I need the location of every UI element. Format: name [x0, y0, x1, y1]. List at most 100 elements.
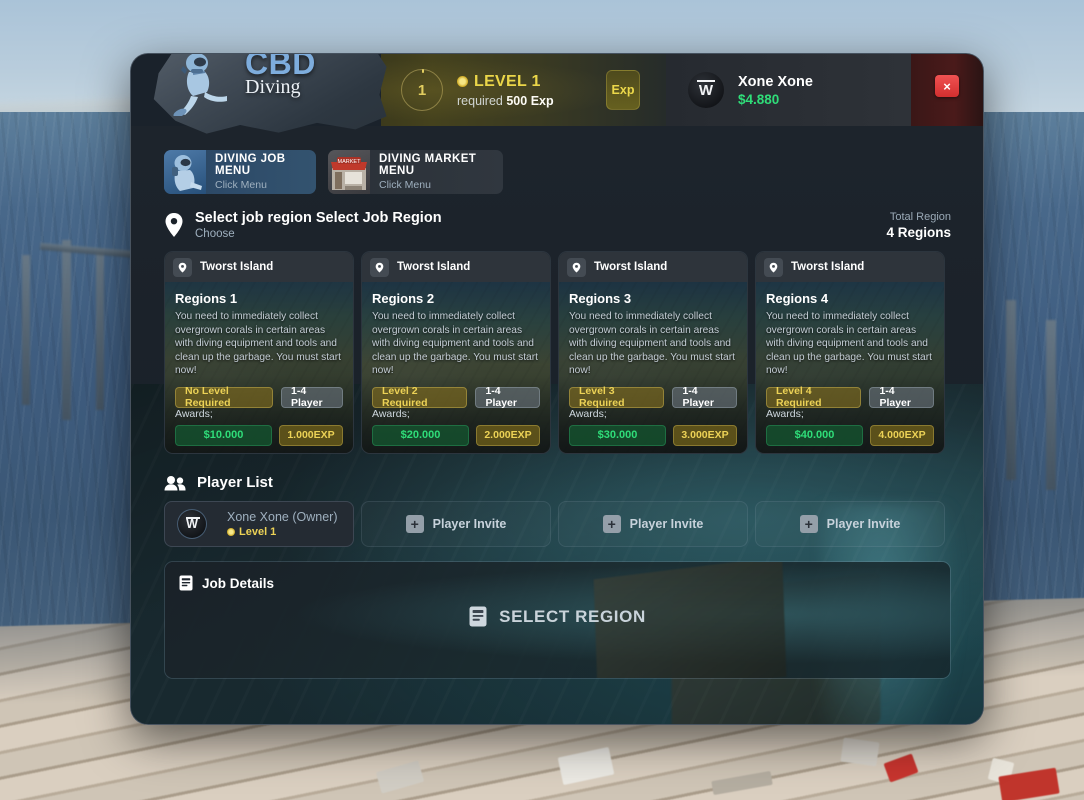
region-card-header: Tworst Island: [362, 252, 550, 282]
close-button[interactable]: ×: [935, 75, 959, 97]
player-owner-name-text: Xone Xone: [227, 510, 289, 524]
avatar-initial: W: [698, 81, 714, 99]
region-description: You need to immediately collect overgrow…: [175, 311, 341, 377]
avatar: W: [688, 72, 724, 108]
pier-post: [1006, 300, 1016, 480]
level-star-icon: [227, 528, 235, 536]
region-card[interactable]: Tworst Island Regions 4 You need to imme…: [755, 251, 945, 454]
select-region-text: Select job region Select Job Region Choo…: [195, 210, 442, 240]
select-region-subtitle: Choose: [195, 228, 235, 240]
player-invite-slot[interactable]: + Player Invite: [558, 501, 748, 547]
player-owner-level-text: Level 1: [239, 526, 277, 538]
region-awards-row: $20.000 2.000EXP: [372, 424, 540, 446]
pier-post: [1046, 320, 1056, 490]
total-region-value: 4 Regions: [886, 225, 951, 240]
player-invite-label: Player Invite: [432, 517, 507, 531]
logo-text: CBD Diving: [245, 54, 316, 97]
close-bar: ×: [911, 54, 983, 126]
player-owner-level: Level 1: [227, 526, 338, 538]
pier-post: [96, 250, 104, 410]
level-label-row: LEVEL 1: [457, 73, 554, 91]
region-player-tag: 1-4 Player: [672, 385, 737, 409]
player-owner-name: Xone Xone (Owner): [227, 510, 338, 524]
diving-market-menu-button[interactable]: MARKET DIVING MARKET MENU Click Menu: [328, 150, 503, 194]
player-invite-slot[interactable]: + Player Invite: [361, 501, 551, 547]
region-awards-row: $40.000 4.000EXP: [766, 424, 934, 446]
diving-market-menu-title: DIVING MARKET MENU: [379, 153, 477, 177]
region-awards: Awards; $40.000 4.000EXP: [766, 408, 934, 446]
region-player-tag: 1-4 Player: [281, 385, 343, 409]
level-required-value: 500 Exp: [506, 93, 554, 108]
select-region-left: Select job region Select Job Region Choo…: [164, 210, 442, 240]
player-owner-role: (Owner): [292, 510, 338, 524]
level-label: LEVEL 1: [474, 72, 541, 90]
level-ring-value: 1: [417, 81, 427, 99]
region-awards: Awards; $20.000 2.000EXP: [372, 408, 540, 446]
region-tags: Level 4 Required 1-4 Player: [766, 385, 934, 409]
region-island-name: Tworst Island: [791, 261, 865, 273]
diving-job-menu-labels: DIVING JOB MENU Click Menu: [206, 153, 316, 191]
region-award-money: $10.000: [175, 424, 272, 446]
level-required-row: required 500 Exp: [457, 94, 554, 108]
region-award-money: $20.000: [372, 424, 469, 446]
region-description: You need to immediately collect overgrow…: [766, 311, 932, 377]
region-card[interactable]: Tworst Island Regions 3 You need to imme…: [558, 251, 748, 454]
level-required-prefix: required: [457, 93, 503, 108]
location-pin-icon: [567, 257, 586, 277]
region-island-name: Tworst Island: [397, 261, 471, 273]
region-awards-row: $10.000 1.000EXP: [175, 424, 343, 446]
diving-market-menu-labels: DIVING MARKET MENU Click Menu: [370, 153, 503, 191]
level-ring-tick: [422, 69, 424, 73]
region-island-name: Tworst Island: [200, 261, 274, 273]
region-card-header: Tworst Island: [756, 252, 944, 282]
user-text-block: Xone Xone $4.880: [738, 74, 813, 107]
region-awards-label: Awards;: [372, 407, 410, 420]
player-invite-label: Player Invite: [826, 517, 901, 531]
job-details-title: Job Details: [202, 575, 275, 591]
region-name: Regions 3: [569, 291, 632, 306]
region-description: You need to immediately collect overgrow…: [569, 311, 735, 377]
region-description: You need to immediately collect overgrow…: [372, 311, 538, 377]
user-name: Xone Xone: [738, 73, 813, 90]
region-card-header: Tworst Island: [559, 252, 747, 282]
region-tags: Level 2 Required 1-4 Player: [372, 385, 540, 409]
user-section: W Xone Xone $4.880: [666, 54, 911, 126]
diver-icon: [171, 54, 235, 116]
diving-job-panel: 1 LEVEL 1 required 500 Exp Exp W Xone Xo…: [130, 53, 984, 725]
level-ring: 1: [401, 69, 443, 111]
region-award-money: $30.000: [569, 424, 666, 446]
region-card[interactable]: Tworst Island Regions 2 You need to imme…: [361, 251, 551, 454]
diving-job-menu-subtitle: Click Menu: [215, 179, 267, 191]
diving-market-menu-subtitle: Click Menu: [379, 179, 431, 191]
job-details-placeholder: SELECT REGION: [165, 606, 950, 627]
region-awards-label: Awards;: [766, 407, 804, 420]
location-pin-icon: [370, 257, 389, 277]
region-award-exp: 1.000EXP: [279, 424, 343, 446]
region-card-content: Regions 2 You need to immediately collec…: [362, 282, 550, 453]
exp-button[interactable]: Exp: [606, 70, 640, 110]
region-card[interactable]: Tworst Island Regions 1 You need to imme…: [164, 251, 354, 454]
document-icon: [179, 575, 193, 591]
pier-post: [62, 240, 71, 420]
region-name: Regions 4: [766, 291, 829, 306]
player-slot-owner[interactable]: W Xone Xone (Owner) Level 1: [164, 501, 354, 547]
plus-icon: +: [799, 515, 818, 533]
exp-button-label: Exp: [611, 83, 635, 97]
select-region-title: Select job region Select Job Region: [195, 210, 442, 226]
region-award-exp: 2.000EXP: [476, 424, 540, 446]
region-player-tag: 1-4 Player: [869, 385, 934, 409]
user-money: $4.880: [738, 91, 780, 107]
avatar-initial: W: [186, 517, 198, 531]
diving-job-menu-button[interactable]: DIVING JOB MENU Click Menu: [164, 150, 316, 194]
player-invite-slot[interactable]: + Player Invite: [755, 501, 945, 547]
people-icon: [164, 475, 186, 491]
document-icon: [469, 606, 487, 627]
region-name: Regions 2: [372, 291, 435, 306]
litter-item: [840, 737, 880, 767]
region-award-money: $40.000: [766, 424, 863, 446]
location-pin-icon: [764, 257, 783, 277]
market-shop-icon: MARKET: [328, 150, 370, 194]
region-level-tag: Level 4 Required: [766, 385, 862, 409]
location-pin-icon: [164, 212, 184, 238]
region-awards-row: $30.000 3.000EXP: [569, 424, 737, 446]
